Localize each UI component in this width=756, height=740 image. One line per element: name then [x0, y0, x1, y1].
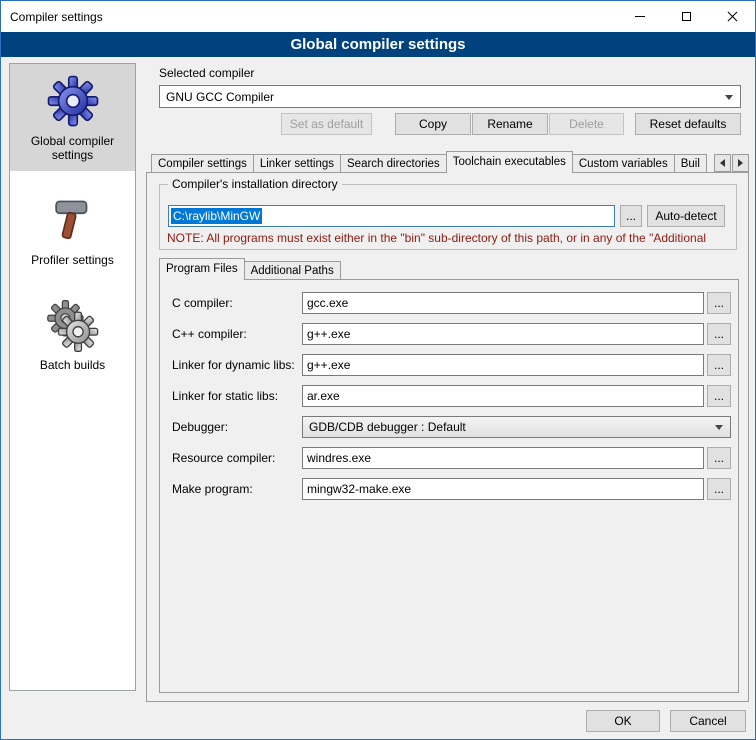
- c-compiler-browse-button[interactable]: ...: [707, 292, 731, 314]
- debugger-row: Debugger: GDB/CDB debugger : Default: [160, 416, 738, 438]
- make-program-input[interactable]: [302, 478, 704, 500]
- installation-directory-value: C:\raylib\MinGW: [171, 208, 262, 224]
- cpp-compiler-label: C++ compiler:: [172, 323, 247, 345]
- cpp-compiler-browse-button[interactable]: ...: [707, 323, 731, 345]
- delete-button: Delete: [549, 113, 624, 135]
- static-linker-browse-button[interactable]: ...: [707, 385, 731, 407]
- dynamic-linker-browse-button[interactable]: ...: [707, 354, 731, 376]
- sidebar-item-label: Global compiler settings: [13, 134, 132, 162]
- make-program-row: Make program: ...: [160, 478, 738, 500]
- make-program-browse-button[interactable]: ...: [707, 478, 731, 500]
- tab-build-options[interactable]: Buil: [674, 154, 707, 173]
- installation-directory-browse-button[interactable]: ...: [620, 205, 642, 227]
- left-arrow-icon: [720, 159, 725, 167]
- debugger-value: GDB/CDB debugger : Default: [309, 420, 466, 434]
- close-icon: [727, 11, 738, 22]
- profiler-icon: [46, 193, 100, 247]
- cancel-button[interactable]: Cancel: [670, 710, 746, 732]
- blue-gear-icon: [46, 74, 100, 128]
- debugger-label: Debugger:: [172, 416, 228, 438]
- static-linker-row: Linker for static libs: ...: [160, 385, 738, 407]
- tab-scroll-buttons: [713, 154, 749, 172]
- window-controls: [617, 1, 755, 32]
- tab-compiler-settings[interactable]: Compiler settings: [151, 154, 254, 173]
- tab-scroll-right-button[interactable]: [732, 154, 749, 172]
- cpp-compiler-row: C++ compiler: ...: [160, 323, 738, 345]
- cpp-compiler-input[interactable]: [302, 323, 704, 345]
- auto-detect-button[interactable]: Auto-detect: [647, 205, 725, 227]
- dynamic-linker-row: Linker for dynamic libs: ...: [160, 354, 738, 376]
- gray-gears-icon: [46, 298, 100, 352]
- chevron-down-icon: [725, 95, 733, 100]
- tab-scroll-left-button[interactable]: [714, 154, 731, 172]
- tab-search-directories[interactable]: Search directories: [340, 154, 447, 173]
- reset-defaults-button[interactable]: Reset defaults: [635, 113, 741, 135]
- program-files-panel: C compiler: ... C++ compiler: ... Linker…: [159, 279, 739, 693]
- static-linker-input[interactable]: [302, 385, 704, 407]
- debugger-select[interactable]: GDB/CDB debugger : Default: [302, 416, 731, 438]
- selected-compiler-value: GNU GCC Compiler: [166, 90, 274, 104]
- rename-button[interactable]: Rename: [472, 113, 548, 135]
- maximize-button[interactable]: [663, 1, 709, 32]
- installation-directory-input[interactable]: C:\raylib\MinGW: [168, 205, 615, 227]
- c-compiler-row: C compiler: ...: [160, 292, 738, 314]
- settings-tabbar: Compiler settings Linker settings Search…: [151, 151, 749, 173]
- minimize-icon: [635, 16, 645, 17]
- compiler-settings-window: Compiler settings Global compiler settin…: [0, 0, 756, 740]
- subtab-additional-paths[interactable]: Additional Paths: [244, 261, 341, 280]
- sidebar-item-batch-builds[interactable]: Batch builds: [10, 288, 135, 381]
- toolchain-executables-panel: Compiler's installation directory C:\ray…: [146, 172, 749, 702]
- titlebar: Compiler settings: [1, 1, 755, 32]
- chevron-down-icon: [715, 425, 723, 430]
- dialog-header-title: Global compiler settings: [1, 32, 755, 57]
- ok-button[interactable]: OK: [586, 710, 660, 732]
- sidebar-item-label: Profiler settings: [31, 253, 114, 267]
- c-compiler-label: C compiler:: [172, 292, 233, 314]
- resource-compiler-row: Resource compiler: ...: [160, 447, 738, 469]
- dynamic-linker-label: Linker for dynamic libs:: [172, 354, 295, 376]
- installation-directory-group-title: Compiler's installation directory: [168, 177, 342, 191]
- selected-compiler-select[interactable]: GNU GCC Compiler: [159, 85, 741, 108]
- copy-button[interactable]: Copy: [395, 113, 471, 135]
- selected-compiler-label: Selected compiler: [159, 66, 254, 80]
- set-as-default-button: Set as default: [281, 113, 372, 135]
- subtab-program-files[interactable]: Program Files: [159, 258, 245, 280]
- resource-compiler-browse-button[interactable]: ...: [707, 447, 731, 469]
- settings-sidebar: Global compiler settings Profiler settin…: [9, 63, 136, 691]
- sidebar-item-profiler-settings[interactable]: Profiler settings: [10, 183, 135, 276]
- maximize-icon: [682, 12, 691, 21]
- minimize-button[interactable]: [617, 1, 663, 32]
- sidebar-item-label: Batch builds: [40, 358, 105, 372]
- sidebar-item-global-compiler-settings[interactable]: Global compiler settings: [10, 64, 135, 171]
- tab-custom-variables[interactable]: Custom variables: [572, 154, 675, 173]
- bin-subdirectory-note: NOTE: All programs must exist either in …: [167, 231, 749, 245]
- right-arrow-icon: [738, 159, 743, 167]
- resource-compiler-label: Resource compiler:: [172, 447, 275, 469]
- dynamic-linker-input[interactable]: [302, 354, 704, 376]
- program-files-tabbar: Program Files Additional Paths: [159, 258, 341, 280]
- c-compiler-input[interactable]: [302, 292, 704, 314]
- static-linker-label: Linker for static libs:: [172, 385, 278, 407]
- window-title: Compiler settings: [10, 10, 103, 24]
- close-button[interactable]: [709, 1, 755, 32]
- tab-linker-settings[interactable]: Linker settings: [253, 154, 341, 173]
- make-program-label: Make program:: [172, 478, 253, 500]
- resource-compiler-input[interactable]: [302, 447, 704, 469]
- tab-toolchain-executables[interactable]: Toolchain executables: [446, 151, 573, 173]
